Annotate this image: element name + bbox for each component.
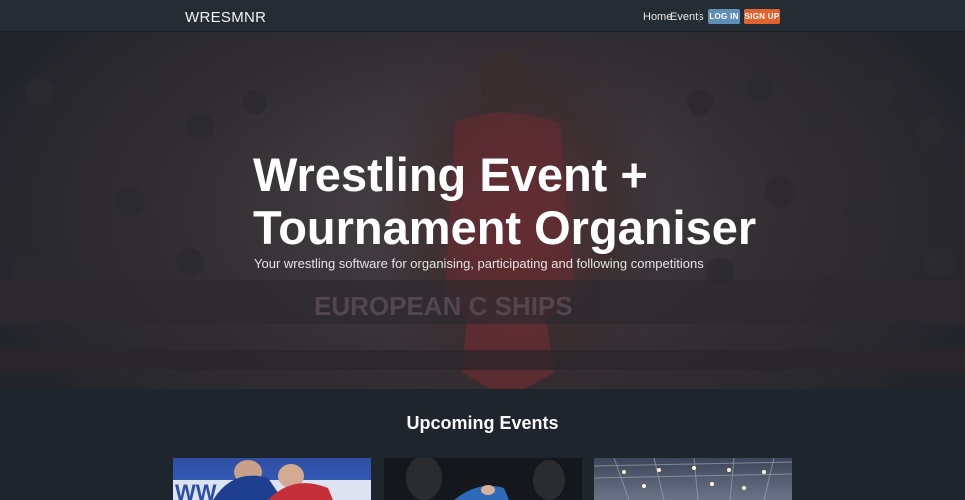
signup-button[interactable]: SIGN UP [744,9,780,24]
hero-section: EUROPEAN C SHIPS Wrestling Event + Tourn… [0,32,965,389]
top-navbar: WRESMNR Home Events LOG IN SIGN UP [0,0,965,32]
event-card-image-1[interactable]: WW [173,458,371,500]
login-button[interactable]: LOG IN [708,9,740,24]
event-card-image-2[interactable] [384,458,582,500]
arena-photo [594,458,792,500]
hero-title-line-1: Wrestling Event + [253,148,648,201]
upcoming-events-heading: Upcoming Events [406,413,559,433]
wrestlers-photo: WW [173,460,371,500]
nav-divider [699,9,700,23]
nav-home-link[interactable]: Home [643,11,672,23]
card-banner-text: WW [175,480,217,500]
hero-subtitle: Your wrestling software for organising, … [254,256,704,271]
hero-title: Wrestling Event + Tournament Organiser [253,148,813,254]
background-banner-text: EUROPEAN C SHIPS [314,291,573,321]
event-card-image-3[interactable] [594,458,792,500]
brand-logo[interactable]: WRESMNR [185,9,266,26]
wrestlers-dark-photo [406,458,565,500]
hero-title-line-2: Tournament Organiser [253,201,757,254]
